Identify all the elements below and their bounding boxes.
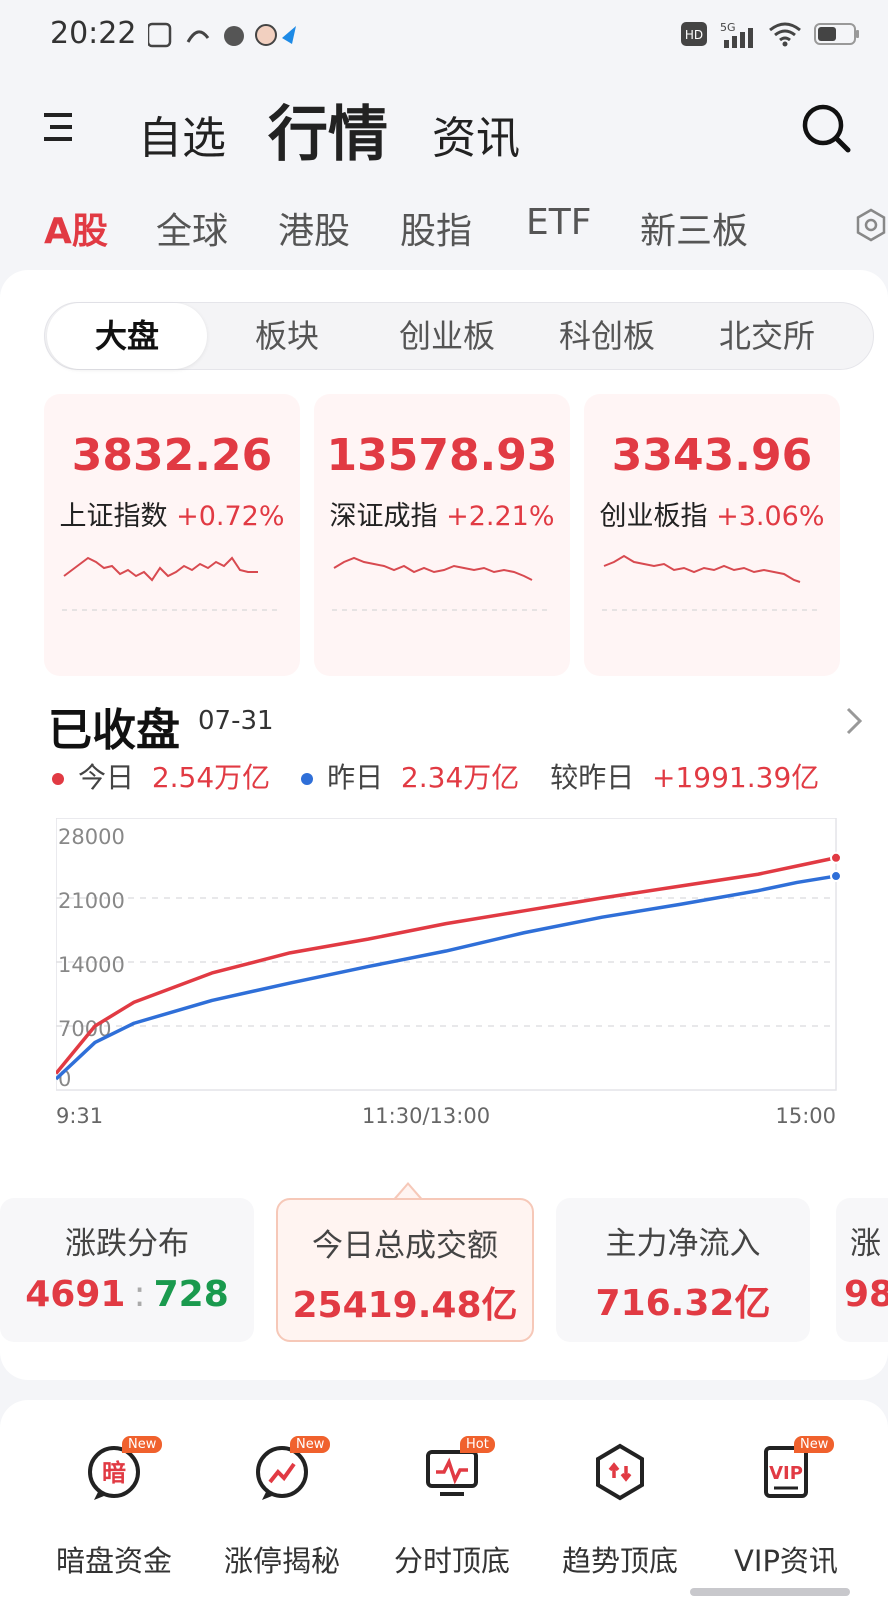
- market-tabs: A股 全球 港股 股指 ETF 新三板: [0, 190, 888, 260]
- y-tick-label: 21000: [58, 889, 125, 913]
- x-tick-label: 9:31: [56, 1104, 103, 1128]
- trend-icon: [596, 1443, 644, 1501]
- new-badge: New: [122, 1436, 163, 1453]
- svg-text:VIP: VIP: [769, 1463, 803, 1484]
- index-sparkline: [332, 556, 552, 611]
- segment-bse[interactable]: 北交所: [687, 303, 847, 369]
- notification-icons: [148, 22, 296, 48]
- index-card-sse[interactable]: 3832.26 上证指数 +0.72%: [44, 394, 300, 676]
- market-tab-a-shares[interactable]: A股: [44, 202, 108, 254]
- y-tick-label: 28000: [58, 825, 125, 849]
- tool-dark-pool[interactable]: New 暗 暗盘资金: [34, 1436, 194, 1592]
- index-name: 上证指数: [59, 501, 168, 532]
- chart-frame: [56, 818, 837, 1091]
- market-tab-neeq[interactable]: 新三板: [640, 202, 748, 254]
- new-badge: New: [290, 1436, 331, 1453]
- net-inflow-value: 716.32亿: [595, 1283, 771, 1324]
- index-value: 3832.26: [71, 430, 273, 481]
- index-change: +2.21%: [446, 501, 555, 532]
- search-icon[interactable]: [800, 102, 852, 154]
- total-turnover-value: 25419.48亿: [292, 1285, 518, 1326]
- tools-bar: New 暗 暗盘资金 New 涨停揭秘 Hot 分时顶底 趋势顶底 New VI…: [0, 1400, 888, 1616]
- segment-sectors[interactable]: 板块: [207, 303, 367, 369]
- index-sparkline: [602, 554, 822, 611]
- hd-icon: HD: [681, 22, 707, 46]
- tab-news[interactable]: 资讯: [432, 102, 520, 166]
- series-today-line: [56, 856, 837, 1075]
- x-tick-label: 11:30/13:00: [362, 1104, 490, 1128]
- tool-vip-news[interactable]: New VIP VIP资讯: [706, 1436, 866, 1592]
- rise-count: 4691: [25, 1274, 126, 1315]
- turnover-legend: 今日 2.54万亿 昨日 2.34万亿 较昨日 +1991.39亿: [52, 756, 841, 796]
- status-bar: 20:22 HD 5G: [0, 0, 888, 72]
- svg-text:暗: 暗: [102, 1459, 126, 1487]
- series-yesterday-endpoint: [830, 870, 842, 883]
- index-change: +3.06%: [716, 501, 825, 532]
- index-value: 13578.93: [326, 430, 558, 481]
- market-tab-etf[interactable]: ETF: [526, 202, 591, 243]
- yesterday-dot-icon: [301, 773, 314, 785]
- chevron-right-icon[interactable]: [842, 706, 866, 736]
- tool-intraday-top-bottom[interactable]: Hot 分时顶底: [372, 1436, 532, 1592]
- settings-icon[interactable]: [854, 208, 888, 242]
- index-change: +0.72%: [176, 501, 285, 532]
- tab-market[interactable]: 行情: [268, 86, 388, 173]
- wifi-icon: [769, 22, 801, 47]
- svg-text:5G: 5G: [720, 21, 736, 34]
- stat-total-turnover[interactable]: 今日总成交额 25419.48亿: [276, 1198, 534, 1342]
- turnover-chart: 280002100014000700009:31 11:30/13:00 15:00: [56, 818, 842, 1128]
- today-dot-icon: [52, 773, 64, 785]
- fall-count: 728: [153, 1274, 229, 1315]
- new-badge: New: [794, 1436, 835, 1453]
- signal-icon: 5G: [720, 21, 753, 48]
- selected-pointer: [394, 1182, 422, 1199]
- index-name: 创业板指: [599, 501, 708, 532]
- battery-icon: [814, 23, 859, 45]
- tab-watchlist[interactable]: 自选: [138, 102, 226, 166]
- segment-star[interactable]: 科创板: [527, 303, 687, 369]
- hot-badge: Hot: [460, 1436, 495, 1453]
- index-sparkline: [62, 556, 282, 611]
- market-tab-index[interactable]: 股指: [400, 202, 472, 254]
- index-card-szse[interactable]: 13578.93 深证成指 +2.21%: [314, 394, 570, 676]
- x-tick-label: 15:00: [775, 1104, 836, 1128]
- index-card-chinext[interactable]: 3343.96 创业板指 +3.06%: [584, 394, 840, 676]
- menu-icon[interactable]: [44, 110, 78, 144]
- market-tab-hk[interactable]: 港股: [278, 202, 350, 254]
- segment-chinext[interactable]: 创业板: [367, 303, 527, 369]
- status-right: HD 5G: [680, 20, 860, 48]
- segment-overall[interactable]: 大盘: [47, 303, 207, 369]
- market-tab-global[interactable]: 全球: [156, 202, 228, 254]
- index-name: 深证成指: [329, 501, 438, 532]
- stat-rise-fall[interactable]: 涨跌分布 4691:728: [0, 1198, 254, 1342]
- stat-net-inflow[interactable]: 主力净流入 716.32亿: [556, 1198, 810, 1342]
- index-value: 3343.96: [611, 430, 813, 481]
- home-indicator: [690, 1588, 850, 1596]
- closed-title: 已收盘: [48, 705, 180, 756]
- series-today-endpoint: [830, 851, 842, 864]
- today-turnover: 2.54万亿: [151, 761, 271, 794]
- stat-limit-up[interactable]: 涨 98: [836, 1198, 888, 1342]
- yesterday-turnover: 2.34万亿: [400, 761, 520, 794]
- tool-trend-top-bottom[interactable]: 趋势顶底: [540, 1442, 700, 1592]
- y-tick-label: 14000: [58, 953, 125, 977]
- segment-control: 大盘 板块 创业板 科创板 北交所: [44, 302, 874, 370]
- svg-text:HD: HD: [685, 28, 703, 42]
- market-overview-card: 大盘 板块 创业板 科创板 北交所 3832.26 上证指数 +0.72% 13…: [0, 270, 888, 1380]
- series-yesterday-line: [56, 874, 837, 1081]
- tool-limit-up[interactable]: New 涨停揭秘: [202, 1436, 362, 1592]
- turnover-diff: +1991.39亿: [652, 761, 820, 794]
- status-time: 20:22: [50, 16, 137, 51]
- top-header: 自选 行情 资讯: [0, 80, 888, 180]
- closed-date: 07-31: [198, 706, 274, 736]
